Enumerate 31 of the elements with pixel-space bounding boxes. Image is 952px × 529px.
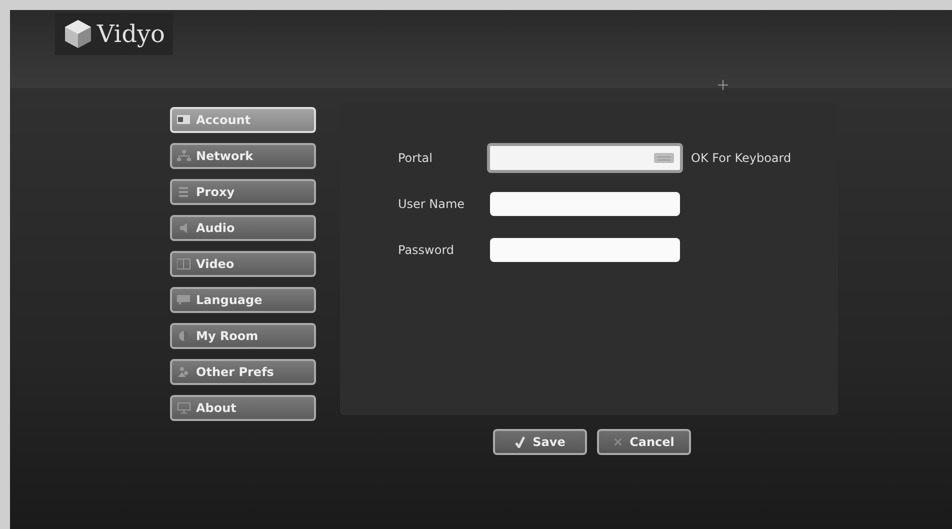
keyboard-hint: OK For Keyboard — [691, 151, 792, 165]
network-icon — [177, 150, 191, 162]
list-icon — [177, 186, 191, 198]
menu-tab[interactable]: Proxy — [170, 179, 316, 205]
people-icon — [177, 366, 191, 378]
id-card-icon — [177, 114, 191, 126]
speech-bubble-icon — [177, 294, 191, 306]
menu-tab[interactable]: Audio — [170, 215, 316, 241]
close-icon — [614, 438, 622, 446]
menu-tab[interactable]: Other Prefs — [170, 359, 316, 385]
cube-logo-icon — [63, 19, 93, 49]
field-label: User Name — [398, 197, 466, 211]
logo-text: Vidyo — [97, 20, 165, 48]
menu-tab[interactable]: Video — [170, 251, 316, 277]
cursor-icon — [718, 80, 728, 90]
menu-tab[interactable]: My Room — [170, 323, 316, 349]
input-field[interactable] — [487, 143, 683, 173]
field-label: Portal — [398, 151, 434, 165]
keyboard-icon — [654, 153, 674, 163]
menu-tab[interactable]: About — [170, 395, 316, 421]
field-label: Password — [398, 243, 456, 257]
input-field[interactable] — [490, 192, 680, 216]
monitor-icon — [177, 402, 191, 414]
menu-tab[interactable]: Language — [170, 287, 316, 313]
input-field[interactable] — [490, 238, 680, 262]
menu-tab[interactable]: Account — [170, 107, 316, 133]
cancel-button[interactable]: Cancel — [597, 429, 691, 455]
save-button[interactable]: Save — [493, 429, 587, 455]
check-icon — [514, 436, 525, 448]
menu-tab[interactable]: Network — [170, 143, 316, 169]
film-icon — [177, 258, 191, 270]
